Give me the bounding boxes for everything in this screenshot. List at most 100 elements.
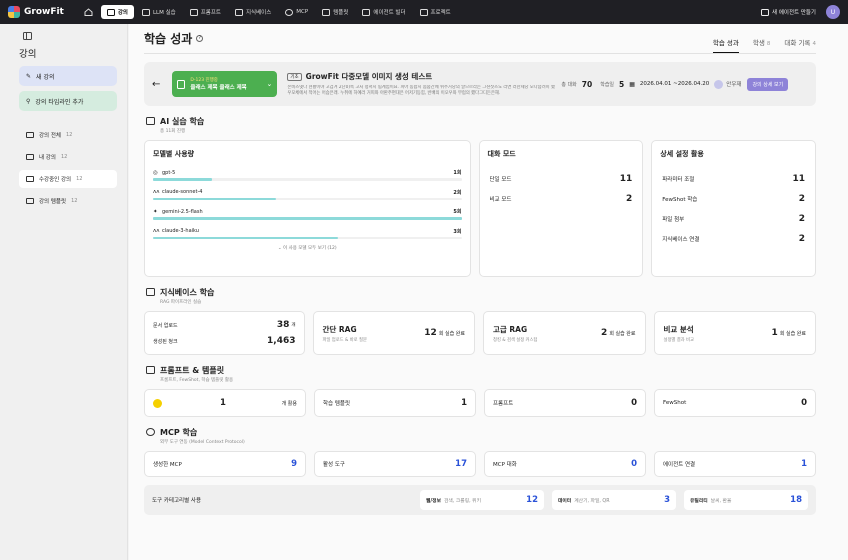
main-content: 학습 성과 ? 학습 성과 학생 8 대화 기록 4 ← D-123 진행중 클…	[129, 24, 848, 560]
model-count: 3회	[453, 228, 462, 235]
chevron-down-icon: ⌄	[266, 80, 273, 88]
course-detail-button[interactable]: 강의 상세 보기	[747, 77, 789, 91]
model-name: claude-sonnet-4	[162, 189, 203, 195]
kb-link-row: 지식베이스 연결 2	[662, 234, 805, 244]
add-chat-icon	[761, 8, 770, 16]
tool-category-bar: 도구 카테고리별 사용 웹/정보 검색, 크롤링, 위키 12 데이터 계산기, 파일…	[144, 485, 816, 515]
model-row-gemini-2-5-flash: ✦ gemini-2.5-flash 5회	[153, 206, 462, 220]
model-count: 5회	[453, 209, 462, 215]
model-count: 2회	[453, 189, 462, 196]
study-days: 5	[619, 79, 625, 89]
model-row-gpt-5: ◎ gpt-5 1회	[153, 167, 462, 181]
advanced-settings-card: 상세 설정 활용 파라미터 조절 11 FewShot 학습 2 파일 첨부 2 지식…	[651, 140, 816, 277]
calendar-icon: ▦	[629, 80, 635, 88]
layers-icon	[26, 198, 34, 204]
user-avatar[interactable]: U	[826, 5, 840, 19]
model-usage-bar	[153, 197, 277, 200]
back-arrow-icon[interactable]: ←	[152, 79, 160, 90]
see-all-models-button[interactable]: ⌄ 이 사용 모델 모두 보기 (12)	[145, 245, 470, 251]
model-bar-track	[153, 217, 462, 220]
app-name: GrowFit	[24, 7, 64, 17]
fewshot-row: FewShot 학습 2	[662, 194, 805, 204]
model-icon: ◎	[153, 169, 158, 176]
fewshot-card: FewShot 0	[654, 389, 816, 417]
template-icon	[146, 366, 155, 374]
compare-analysis-card[interactable]: 비교 분석 설정별 결과 비교 1회 실습 완료	[653, 311, 816, 355]
nav-llm[interactable]: LLM 실습	[136, 5, 182, 19]
nav-course[interactable]: 강의	[100, 5, 134, 19]
model-usage-card: 모델별 사용량 ◎ gpt-5 1회 ʌʌ claude-sonnet-4 2회 ✦ gemi…	[144, 140, 471, 277]
model-bar-track	[153, 178, 462, 181]
model-icon: ʌʌ	[153, 228, 160, 234]
usage-card: 1 개 활용	[144, 389, 306, 417]
instructor: 안우재	[714, 79, 741, 89]
plug-icon	[146, 428, 155, 436]
nav-agent-builder[interactable]: 에이전트 빌더	[356, 5, 411, 19]
page-title: 학습 성과 ?	[144, 30, 204, 53]
model-row-claude-sonnet-4: ʌʌ claude-sonnet-4 2회	[153, 187, 462, 200]
grid-icon	[362, 8, 371, 16]
model-usage-bar	[153, 236, 339, 239]
model-count: 1회	[453, 170, 462, 176]
sidebar-item-all-courses[interactable]: 강의 전체 12	[19, 126, 117, 144]
book-icon	[146, 288, 155, 296]
nav-knowledge[interactable]: 지식베이스	[229, 5, 277, 19]
help-icon[interactable]: ?	[196, 35, 204, 42]
file-attach-row: 파일 첨부 2	[662, 214, 805, 224]
nav-template[interactable]: 템플릿	[316, 5, 354, 19]
nav-project[interactable]: 프로젝트	[414, 5, 457, 19]
new-agent-button[interactable]: 새 에이전트 만들기	[761, 8, 816, 16]
tool-web-info: 웹/정보 검색, 크롤링, 위키 12	[420, 490, 544, 510]
checkbox-icon	[26, 154, 34, 160]
nav-prompt[interactable]: 프롬프트	[184, 5, 227, 19]
simple-rag-card[interactable]: 간단 RAG 파일 업로드 & 바로 질문 12 회 실습 완료	[312, 311, 475, 355]
model-usage-bar	[153, 217, 462, 220]
single-mode-row: 단일 모드 11	[489, 174, 633, 184]
total-chats: 70	[581, 79, 593, 89]
book-icon	[106, 8, 115, 16]
tab-chat-history[interactable]: 대화 기록 4	[784, 37, 816, 53]
prompt-section: 프롬프트 & 템플릿 프롬프트, FewShot, 학습 템플릿 활용 1 개 …	[144, 365, 816, 417]
mcp-section: MCP 학습 외부 도구 연동 (Model Context Protocol)…	[144, 427, 816, 515]
tab-students[interactable]: 학생 8	[753, 37, 771, 53]
kb-section: 지식베이스 학습 RAG 파이프라인 실습 문서 업로드 38 개 생성된 청크 1,…	[144, 287, 816, 355]
model-bar-track	[153, 197, 462, 200]
page-tabs: 학습 성과 학생 8 대화 기록 4	[712, 37, 816, 53]
course-dates: 2026.04.01 ~2026.04.20	[639, 81, 710, 87]
chat-bubble-icon	[146, 117, 155, 125]
course-header: ← D-123 진행중 클래스 제목 클래스 제목 ⌄ 기초 GrowFit 다…	[144, 62, 816, 106]
terminal-icon	[189, 8, 198, 16]
home-icon	[84, 8, 93, 16]
add-timeline-button[interactable]: ⚲ 강의 타임라인 추가	[19, 91, 117, 111]
advanced-rag-card[interactable]: 고급 RAG 청킹 & 검색 설정 커스텀 2회 실습 완료	[483, 311, 646, 355]
nav-home[interactable]	[78, 5, 99, 19]
nav-mcp[interactable]: MCP	[279, 6, 314, 19]
model-icon: ✦	[153, 208, 158, 215]
instructor-avatar	[714, 79, 724, 89]
app-logo[interactable]: GrowFit	[8, 6, 64, 18]
edit-icon: ✎	[26, 72, 32, 80]
tool-data: 데이터 계산기, 파일, QR 3	[552, 490, 676, 510]
tab-learning-results[interactable]: 학습 성과	[712, 37, 739, 53]
chat-mode-card: 대화 모드 단일 모드 11 비교 모드 2	[478, 140, 644, 277]
model-row-claude-3-haiku: ʌʌ claude-3-haiku 3회	[153, 226, 462, 239]
yellow-dot-icon	[153, 398, 162, 408]
model-name: claude-3-haiku	[162, 228, 199, 234]
pin-icon: ⚲	[26, 97, 31, 105]
sidebar-item-enrolled[interactable]: 수강중인 강의 12	[19, 170, 117, 188]
sidebar-item-templates[interactable]: 강의 템플릿 12	[19, 192, 117, 210]
chat-icon	[141, 8, 150, 16]
course-select-dropdown[interactable]: D-123 진행중 클래스 제목 클래스 제목 ⌄	[172, 71, 278, 97]
laptop-icon	[26, 176, 34, 182]
sidebar-title: 강의	[19, 49, 37, 60]
sidebar-item-my-courses[interactable]: 내 강의 12	[19, 148, 117, 166]
model-name: gpt-5	[162, 169, 176, 176]
created-mcp-card: 생성한 MCP 9	[144, 451, 306, 477]
active-tools-card: 활성 도구 17	[314, 451, 476, 477]
new-course-button[interactable]: ✎ 새 강의	[19, 66, 117, 86]
ai-section: AI 실습 학습 총 11회 진행 모델별 사용량 ◎ gpt-5 1회 ʌʌ clau…	[144, 116, 816, 277]
sidebar: 강의 ✎ 새 강의 ⚲ 강의 타임라인 추가 강의 전체 12 내 강의 12 …	[0, 24, 128, 560]
model-bar-track	[153, 236, 462, 239]
sidebar-collapse-icon[interactable]	[23, 32, 32, 40]
compare-mode-row: 비교 모드 2	[489, 194, 633, 204]
